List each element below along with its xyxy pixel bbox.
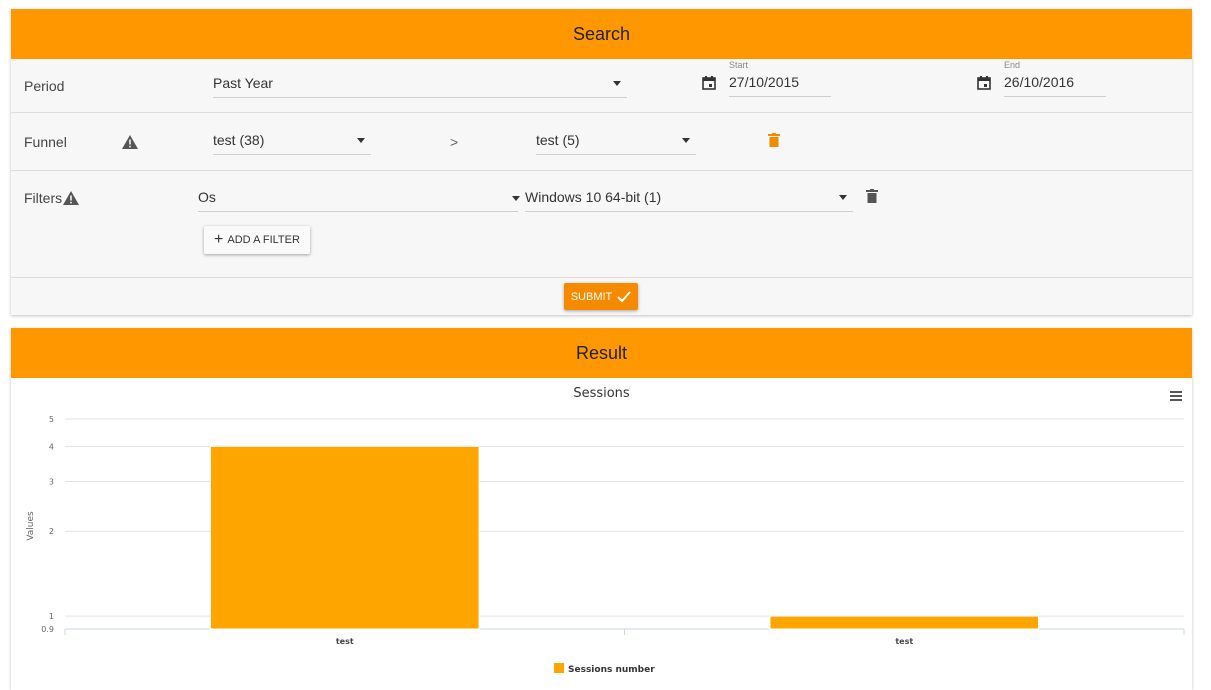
warning-icon [122, 135, 138, 149]
period-select[interactable]: Past Year [213, 72, 627, 98]
x-tick-label: test [895, 637, 913, 646]
bar [209, 445, 480, 630]
submit-row: SUBMIT [11, 278, 1192, 317]
funnel-step-2-value: test (5) [536, 132, 580, 148]
result-title: Result [575, 342, 628, 363]
funnel-step-1-value: test (38) [213, 132, 265, 148]
period-row: Period Past Year Start 27/10/2015 End 26… [11, 59, 1192, 113]
x-tick-label: test [336, 637, 354, 646]
funnel-step-1-select[interactable]: test (38) [213, 129, 371, 155]
chevron-down-icon [682, 138, 690, 143]
chart-area: Sessions Values 5 4 3 2 1 0.9 test test Sessions n… [11, 378, 1192, 690]
filter-field-select[interactable]: Os [198, 186, 518, 212]
filter-value-value: Windows 10 64-bit (1) [525, 189, 662, 205]
add-filter-label: ADD A FILTER [227, 234, 300, 246]
y-tick-label: 0.9 [41, 625, 54, 634]
bar [769, 615, 1040, 630]
sessions-chart: Sessions Values 5 4 3 2 1 0.9 test test Sessions n… [26, 386, 1185, 675]
funnel-step-2-select[interactable]: test (5) [536, 129, 696, 155]
end-date-label: End [1004, 60, 1021, 70]
y-tick-label: 5 [49, 415, 54, 424]
search-card: Search Period Past Year Start 27/10/2015 [11, 9, 1192, 315]
legend-label: Sessions number [568, 665, 655, 675]
filter-field-value: Os [198, 189, 216, 205]
search-title: Search [572, 23, 631, 44]
chevron-down-icon [357, 138, 365, 143]
submit-label: SUBMIT [570, 290, 613, 303]
filters-label: Filters [24, 190, 63, 206]
submit-button[interactable]: SUBMIT [564, 283, 638, 310]
period-select-value: Past Year [213, 75, 273, 91]
filter-value-select[interactable]: Windows 10 64-bit (1) [525, 186, 853, 212]
result-header: Result [11, 328, 1192, 378]
trash-icon[interactable] [768, 133, 780, 147]
chevron-down-icon [613, 81, 621, 86]
period-label: Period [24, 78, 65, 94]
result-card: Result Sessions Values 5 4 3 2 1 0.9 test test Ses… [11, 328, 1192, 690]
funnel-label: Funnel [24, 134, 67, 150]
y-tick-label: 3 [49, 478, 54, 487]
add-filter-button[interactable]: + ADD A FILTER [204, 226, 310, 254]
warning-icon [63, 191, 79, 205]
legend-swatch [554, 663, 564, 673]
y-tick-label: 2 [49, 527, 54, 536]
start-date-picker[interactable]: Start 27/10/2015 [702, 60, 842, 102]
funnel-row: Funnel test (38) > test (5) [11, 113, 1192, 171]
end-date-field[interactable]: 26/10/2016 [1004, 72, 1106, 97]
end-date-picker[interactable]: End 26/10/2016 [977, 60, 1117, 102]
check-icon [617, 290, 632, 302]
start-date-field[interactable]: 27/10/2015 [729, 72, 831, 97]
start-date-label: Start [729, 60, 749, 70]
chevron-down-icon [839, 195, 847, 200]
chevron-down-icon [512, 196, 520, 201]
calendar-icon [702, 76, 716, 90]
trash-icon[interactable] [866, 189, 878, 203]
plus-icon: + [214, 231, 224, 248]
y-axis-label: Values [26, 511, 36, 541]
chart-title: Sessions [573, 386, 630, 401]
filters-row: Filters Os Windows 10 64-bit (1) + ADD A… [11, 171, 1192, 278]
calendar-icon [977, 76, 991, 90]
y-tick-label: 1 [49, 612, 54, 621]
y-tick-label: 4 [49, 442, 54, 451]
search-header: Search [11, 9, 1192, 59]
funnel-arrow: > [450, 134, 459, 150]
